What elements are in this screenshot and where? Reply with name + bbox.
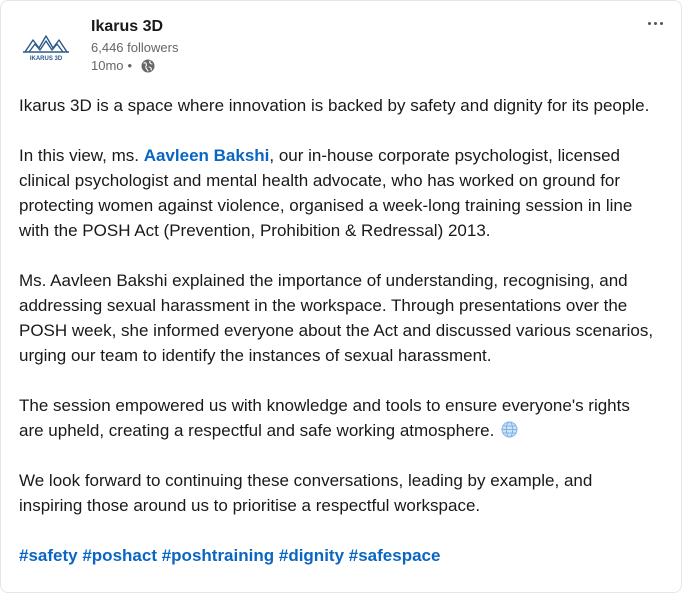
hashtag-list: #safety #poshact #poshtraining #dignity …	[19, 543, 659, 568]
post-options-button[interactable]	[643, 11, 667, 35]
post-actor: Ikarus 3D 6,446 followers 10mo •	[91, 17, 178, 75]
hashtag-link[interactable]: #poshact	[82, 546, 157, 565]
mention-link[interactable]: Aavleen Bakshi	[144, 146, 270, 165]
author-name[interactable]: Ikarus 3D	[91, 17, 178, 37]
paragraph-intro: Ikarus 3D is a space where innovation is…	[19, 96, 650, 115]
post-header: IKARUS 3D Ikarus 3D 6,446 followers 10mo…	[1, 1, 681, 91]
meta-separator: •	[127, 58, 133, 73]
company-logo[interactable]: IKARUS 3D	[18, 18, 74, 74]
hashtag-link[interactable]: #safespace	[349, 546, 441, 565]
follower-count: 6,446 followers	[91, 40, 179, 55]
hashtag-link[interactable]: #poshtraining	[162, 546, 274, 565]
feed-post: IKARUS 3D Ikarus 3D 6,446 followers 10mo…	[0, 0, 682, 593]
paragraph-outcome: The session empowered us with knowledge …	[19, 393, 659, 443]
paragraph-details: Ms. Aavleen Bakshi explained the importa…	[19, 271, 654, 365]
paragraph-outcome-text: The session empowered us with knowledge …	[19, 396, 630, 440]
post-commentary: Ikarus 3D is a space where innovation is…	[19, 93, 659, 568]
paragraph-closing: We look forward to continuing these conv…	[19, 471, 593, 515]
ellipsis-icon	[646, 21, 664, 25]
post-time: 10mo	[91, 58, 124, 73]
ikarus-logo-icon: IKARUS 3D	[23, 35, 69, 62]
globe-icon	[140, 58, 156, 74]
globe-emoji-icon	[501, 420, 518, 438]
post-meta: 10mo •	[91, 57, 178, 75]
logo-text: IKARUS 3D	[30, 56, 63, 62]
hashtag-link[interactable]: #dignity	[279, 546, 344, 565]
hashtag-link[interactable]: #safety	[19, 546, 78, 565]
paragraph-mention-lead: In this view, ms.	[19, 146, 144, 165]
paragraph-mention: In this view, ms. Aavleen Bakshi, our in…	[19, 143, 659, 243]
